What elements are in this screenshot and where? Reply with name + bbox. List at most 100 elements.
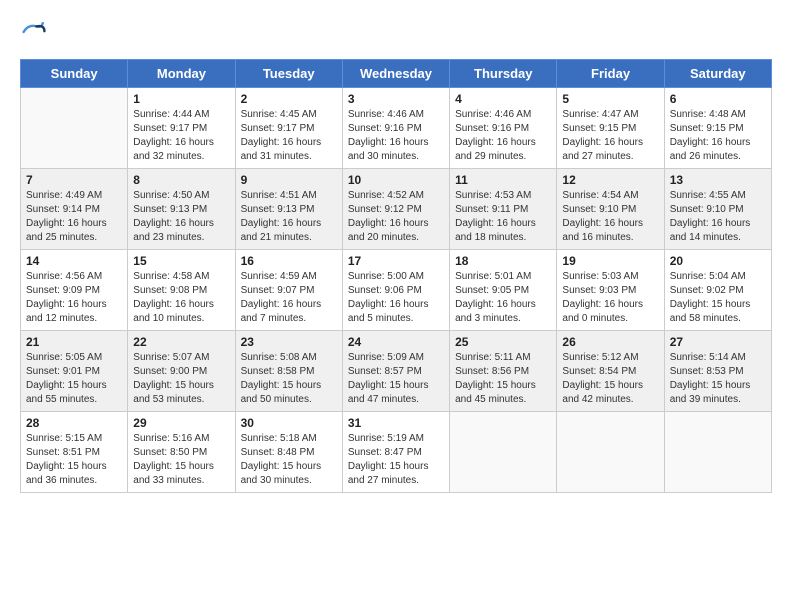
day-number: 2 [241, 92, 337, 106]
calendar-body: 1 Sunrise: 4:44 AMSunset: 9:17 PMDaylight… [21, 88, 772, 493]
day-number: 15 [133, 254, 229, 268]
day-info: Sunrise: 4:56 AMSunset: 9:09 PMDaylight:… [26, 270, 122, 326]
day-number: 1 [133, 92, 229, 106]
calendar-week-1: 1 Sunrise: 4:44 AMSunset: 9:17 PMDaylight… [21, 88, 772, 169]
calendar-cell: 12 Sunrise: 4:54 AMSunset: 9:10 PMDayligh… [557, 169, 664, 250]
calendar-cell: 17 Sunrise: 5:00 AMSunset: 9:06 PMDayligh… [342, 250, 449, 331]
day-number: 25 [455, 335, 551, 349]
day-number: 8 [133, 173, 229, 187]
calendar-week-5: 28 Sunrise: 5:15 AMSunset: 8:51 PMDayligh… [21, 412, 772, 493]
calendar-cell: 14 Sunrise: 4:56 AMSunset: 9:09 PMDayligh… [21, 250, 128, 331]
day-number: 17 [348, 254, 444, 268]
day-number: 30 [241, 416, 337, 430]
day-info: Sunrise: 5:15 AMSunset: 8:51 PMDaylight:… [26, 432, 122, 488]
day-info: Sunrise: 5:00 AMSunset: 9:06 PMDaylight:… [348, 270, 444, 326]
day-number: 12 [562, 173, 658, 187]
calendar-cell: 22Sunrise: 5:07 AMSunset: 9:00 PMDayligh… [128, 331, 235, 412]
calendar-cell: 13 Sunrise: 4:55 AMSunset: 9:10 PMDayligh… [664, 169, 771, 250]
day-info: Sunrise: 4:46 AMSunset: 9:16 PMDaylight:… [348, 108, 444, 164]
day-number: 20 [670, 254, 766, 268]
weekday-header-sunday: Sunday [21, 60, 128, 88]
day-info: Sunrise: 4:53 AMSunset: 9:11 PMDaylight:… [455, 189, 551, 245]
weekday-header-friday: Friday [557, 60, 664, 88]
calendar-week-3: 14 Sunrise: 4:56 AMSunset: 9:09 PMDayligh… [21, 250, 772, 331]
calendar-cell: 27Sunrise: 5:14 AMSunset: 8:53 PMDayligh… [664, 331, 771, 412]
calendar-cell [664, 412, 771, 493]
day-number: 31 [348, 416, 444, 430]
day-info: Sunrise: 5:03 AMSunset: 9:03 PMDaylight:… [562, 270, 658, 326]
day-info: Sunrise: 4:44 AMSunset: 9:17 PMDaylight:… [133, 108, 229, 164]
calendar-week-2: 7Sunrise: 4:49 AMSunset: 9:14 PMDaylight… [21, 169, 772, 250]
day-info: Sunrise: 5:04 AMSunset: 9:02 PMDaylight:… [670, 270, 766, 326]
day-info: Sunrise: 5:08 AMSunset: 8:58 PMDaylight:… [241, 351, 337, 407]
calendar-cell: 18 Sunrise: 5:01 AMSunset: 9:05 PMDayligh… [450, 250, 557, 331]
calendar-cell: 31 Sunrise: 5:19 AMSunset: 8:47 PMDayligh… [342, 412, 449, 493]
day-number: 10 [348, 173, 444, 187]
day-info: Sunrise: 4:54 AMSunset: 9:10 PMDaylight:… [562, 189, 658, 245]
day-info: Sunrise: 5:18 AMSunset: 8:48 PMDaylight:… [241, 432, 337, 488]
calendar-cell: 25 Sunrise: 5:11 AMSunset: 8:56 PMDayligh… [450, 331, 557, 412]
day-number: 21 [26, 335, 122, 349]
weekday-header-wednesday: Wednesday [342, 60, 449, 88]
calendar-cell: 24 Sunrise: 5:09 AMSunset: 8:57 PMDayligh… [342, 331, 449, 412]
day-info: Sunrise: 5:01 AMSunset: 9:05 PMDaylight:… [455, 270, 551, 326]
day-number: 7 [26, 173, 122, 187]
calendar-cell: 2 Sunrise: 4:45 AMSunset: 9:17 PMDaylight… [235, 88, 342, 169]
logo-icon [22, 20, 46, 44]
calendar-cell: 21 Sunrise: 5:05 AMSunset: 9:01 PMDayligh… [21, 331, 128, 412]
calendar-cell: 11 Sunrise: 4:53 AMSunset: 9:11 PMDayligh… [450, 169, 557, 250]
day-info: Sunrise: 4:50 AMSunset: 9:13 PMDaylight:… [133, 189, 229, 245]
calendar-cell [450, 412, 557, 493]
day-info: Sunrise: 5:19 AMSunset: 8:47 PMDaylight:… [348, 432, 444, 488]
calendar-cell: 4 Sunrise: 4:46 AMSunset: 9:16 PMDaylight… [450, 88, 557, 169]
logo [20, 20, 46, 49]
weekday-header-saturday: Saturday [664, 60, 771, 88]
calendar-cell: 26Sunrise: 5:12 AMSunset: 8:54 PMDayligh… [557, 331, 664, 412]
day-info: Sunrise: 5:16 AMSunset: 8:50 PMDaylight:… [133, 432, 229, 488]
day-number: 4 [455, 92, 551, 106]
day-info: Sunrise: 4:46 AMSunset: 9:16 PMDaylight:… [455, 108, 551, 164]
day-number: 11 [455, 173, 551, 187]
day-number: 13 [670, 173, 766, 187]
calendar-cell: 28 Sunrise: 5:15 AMSunset: 8:51 PMDayligh… [21, 412, 128, 493]
weekday-header-monday: Monday [128, 60, 235, 88]
day-number: 29 [133, 416, 229, 430]
calendar-cell: 23Sunrise: 5:08 AMSunset: 8:58 PMDayligh… [235, 331, 342, 412]
day-number: 14 [26, 254, 122, 268]
day-info: Sunrise: 5:11 AMSunset: 8:56 PMDaylight:… [455, 351, 551, 407]
calendar-cell: 1 Sunrise: 4:44 AMSunset: 9:17 PMDaylight… [128, 88, 235, 169]
day-number: 24 [348, 335, 444, 349]
day-number: 18 [455, 254, 551, 268]
day-info: Sunrise: 4:45 AMSunset: 9:17 PMDaylight:… [241, 108, 337, 164]
calendar-cell: 7Sunrise: 4:49 AMSunset: 9:14 PMDaylight… [21, 169, 128, 250]
day-number: 22 [133, 335, 229, 349]
day-info: Sunrise: 5:05 AMSunset: 9:01 PMDaylight:… [26, 351, 122, 407]
day-number: 28 [26, 416, 122, 430]
day-info: Sunrise: 4:51 AMSunset: 9:13 PMDaylight:… [241, 189, 337, 245]
day-info: Sunrise: 4:58 AMSunset: 9:08 PMDaylight:… [133, 270, 229, 326]
calendar-cell: 10 Sunrise: 4:52 AMSunset: 9:12 PMDayligh… [342, 169, 449, 250]
calendar-header: SundayMondayTuesdayWednesdayThursdayFrid… [21, 60, 772, 88]
day-info: Sunrise: 4:47 AMSunset: 9:15 PMDaylight:… [562, 108, 658, 164]
day-info: Sunrise: 4:48 AMSunset: 9:15 PMDaylight:… [670, 108, 766, 164]
calendar-cell: 20 Sunrise: 5:04 AMSunset: 9:02 PMDayligh… [664, 250, 771, 331]
calendar-cell: 5Sunrise: 4:47 AMSunset: 9:15 PMDaylight… [557, 88, 664, 169]
calendar-cell: 16Sunrise: 4:59 AMSunset: 9:07 PMDayligh… [235, 250, 342, 331]
calendar-cell: 6 Sunrise: 4:48 AMSunset: 9:15 PMDaylight… [664, 88, 771, 169]
day-info: Sunrise: 5:09 AMSunset: 8:57 PMDaylight:… [348, 351, 444, 407]
day-info: Sunrise: 4:52 AMSunset: 9:12 PMDaylight:… [348, 189, 444, 245]
day-number: 6 [670, 92, 766, 106]
calendar-cell [557, 412, 664, 493]
page-header [20, 20, 772, 49]
weekday-header-thursday: Thursday [450, 60, 557, 88]
day-number: 9 [241, 173, 337, 187]
weekday-header-row: SundayMondayTuesdayWednesdayThursdayFrid… [21, 60, 772, 88]
calendar-cell: 29 Sunrise: 5:16 AMSunset: 8:50 PMDayligh… [128, 412, 235, 493]
day-info: Sunrise: 4:59 AMSunset: 9:07 PMDaylight:… [241, 270, 337, 326]
day-number: 3 [348, 92, 444, 106]
calendar-cell [21, 88, 128, 169]
calendar-week-4: 21 Sunrise: 5:05 AMSunset: 9:01 PMDayligh… [21, 331, 772, 412]
day-info: Sunrise: 4:55 AMSunset: 9:10 PMDaylight:… [670, 189, 766, 245]
day-number: 19 [562, 254, 658, 268]
calendar-cell: 8 Sunrise: 4:50 AMSunset: 9:13 PMDaylight… [128, 169, 235, 250]
